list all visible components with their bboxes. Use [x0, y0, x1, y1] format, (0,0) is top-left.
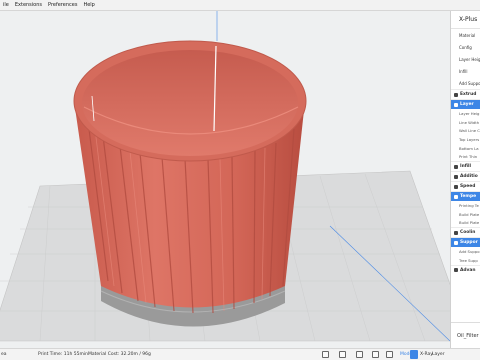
category-temperature[interactable]: Tempe: [451, 191, 480, 202]
setting-build-plate-temp-2[interactable]: Build Plate: [451, 219, 480, 228]
layer-view-icon[interactable]: [410, 350, 418, 359]
support-tool-icon[interactable]: [386, 351, 393, 358]
setting-top-layers[interactable]: Top Layers: [451, 135, 480, 144]
printer-name[interactable]: X-Plus: [451, 11, 480, 29]
speed-icon: [454, 184, 458, 189]
status-left-text: ea: [1, 352, 7, 357]
move-tool-icon[interactable]: [322, 351, 329, 358]
setting-wall-line-count[interactable]: Wall Line C: [451, 126, 480, 135]
view-layer-button[interactable]: Layer: [432, 352, 445, 357]
category-layer[interactable]: Layer: [451, 99, 480, 109]
additional-icon: [454, 174, 458, 179]
advanced-icon: [454, 268, 458, 273]
support-icon: [454, 240, 458, 245]
view-xray-button[interactable]: X-Ray: [420, 352, 433, 357]
print-settings-panel: X-Plus Material Config Layer Heigh Infil…: [450, 11, 480, 348]
category-cooling[interactable]: Coolin: [451, 227, 480, 237]
category-infill[interactable]: Infill: [451, 161, 480, 171]
setting-add-support[interactable]: Add Suppo: [451, 77, 480, 89]
print-time: Print Time: 11h 55min: [38, 352, 88, 357]
category-support[interactable]: Suppor: [451, 237, 480, 248]
model-list: Oil_Filter: [451, 322, 480, 348]
temperature-icon: [454, 194, 458, 199]
setting-build-plate-temp[interactable]: Build Plate: [451, 210, 480, 219]
setting-printing-temperature[interactable]: Printing Te: [451, 201, 480, 210]
menu-file[interactable]: ile: [0, 2, 12, 8]
3d-viewport[interactable]: [0, 11, 450, 348]
menu-preferences[interactable]: Preferences: [45, 2, 80, 8]
cooling-icon: [454, 230, 458, 235]
model-name[interactable]: Oil_Filter: [457, 333, 479, 339]
setting-config[interactable]: Config: [451, 41, 480, 53]
setting-print-thin-walls[interactable]: Print Thin: [451, 152, 480, 161]
menu-extensions[interactable]: Extensions: [12, 2, 45, 8]
setting-layer-height[interactable]: Layer Heigh: [451, 53, 480, 65]
category-additional[interactable]: Additio: [451, 171, 480, 181]
status-bar: ea Print Time: 11h 55min Material Cost: …: [0, 348, 480, 360]
layer-icon: [454, 102, 458, 107]
category-speed[interactable]: Speed: [451, 181, 480, 191]
menu-help[interactable]: Help: [80, 2, 97, 8]
menu-bar: ile Extensions Preferences Help: [0, 0, 480, 11]
infill-icon: [454, 164, 458, 169]
setting-infill[interactable]: Infill: [451, 65, 480, 77]
setting-add-support-item[interactable]: Add Suppo: [451, 247, 480, 256]
setting-tree-support[interactable]: Tree Supp: [451, 256, 480, 265]
setting-line-width[interactable]: Line Width: [451, 118, 480, 127]
material-cost: Material Cost: 32.20m / 96g: [88, 352, 151, 357]
scene-canvas: [0, 11, 450, 342]
extruder-icon: [454, 92, 458, 97]
mirror-tool-icon[interactable]: [372, 351, 379, 358]
scale-tool-icon[interactable]: [339, 351, 346, 358]
category-extruder[interactable]: Extrud: [451, 89, 480, 99]
model-inner-cavity: [82, 50, 298, 156]
setting-bottom-layers[interactable]: Bottom La: [451, 144, 480, 153]
setting-material[interactable]: Material: [451, 29, 480, 41]
rotate-tool-icon[interactable]: [356, 351, 363, 358]
category-advanced[interactable]: Advan: [451, 264, 480, 275]
setting-layer-height-item[interactable]: Layer Heig: [451, 109, 480, 118]
